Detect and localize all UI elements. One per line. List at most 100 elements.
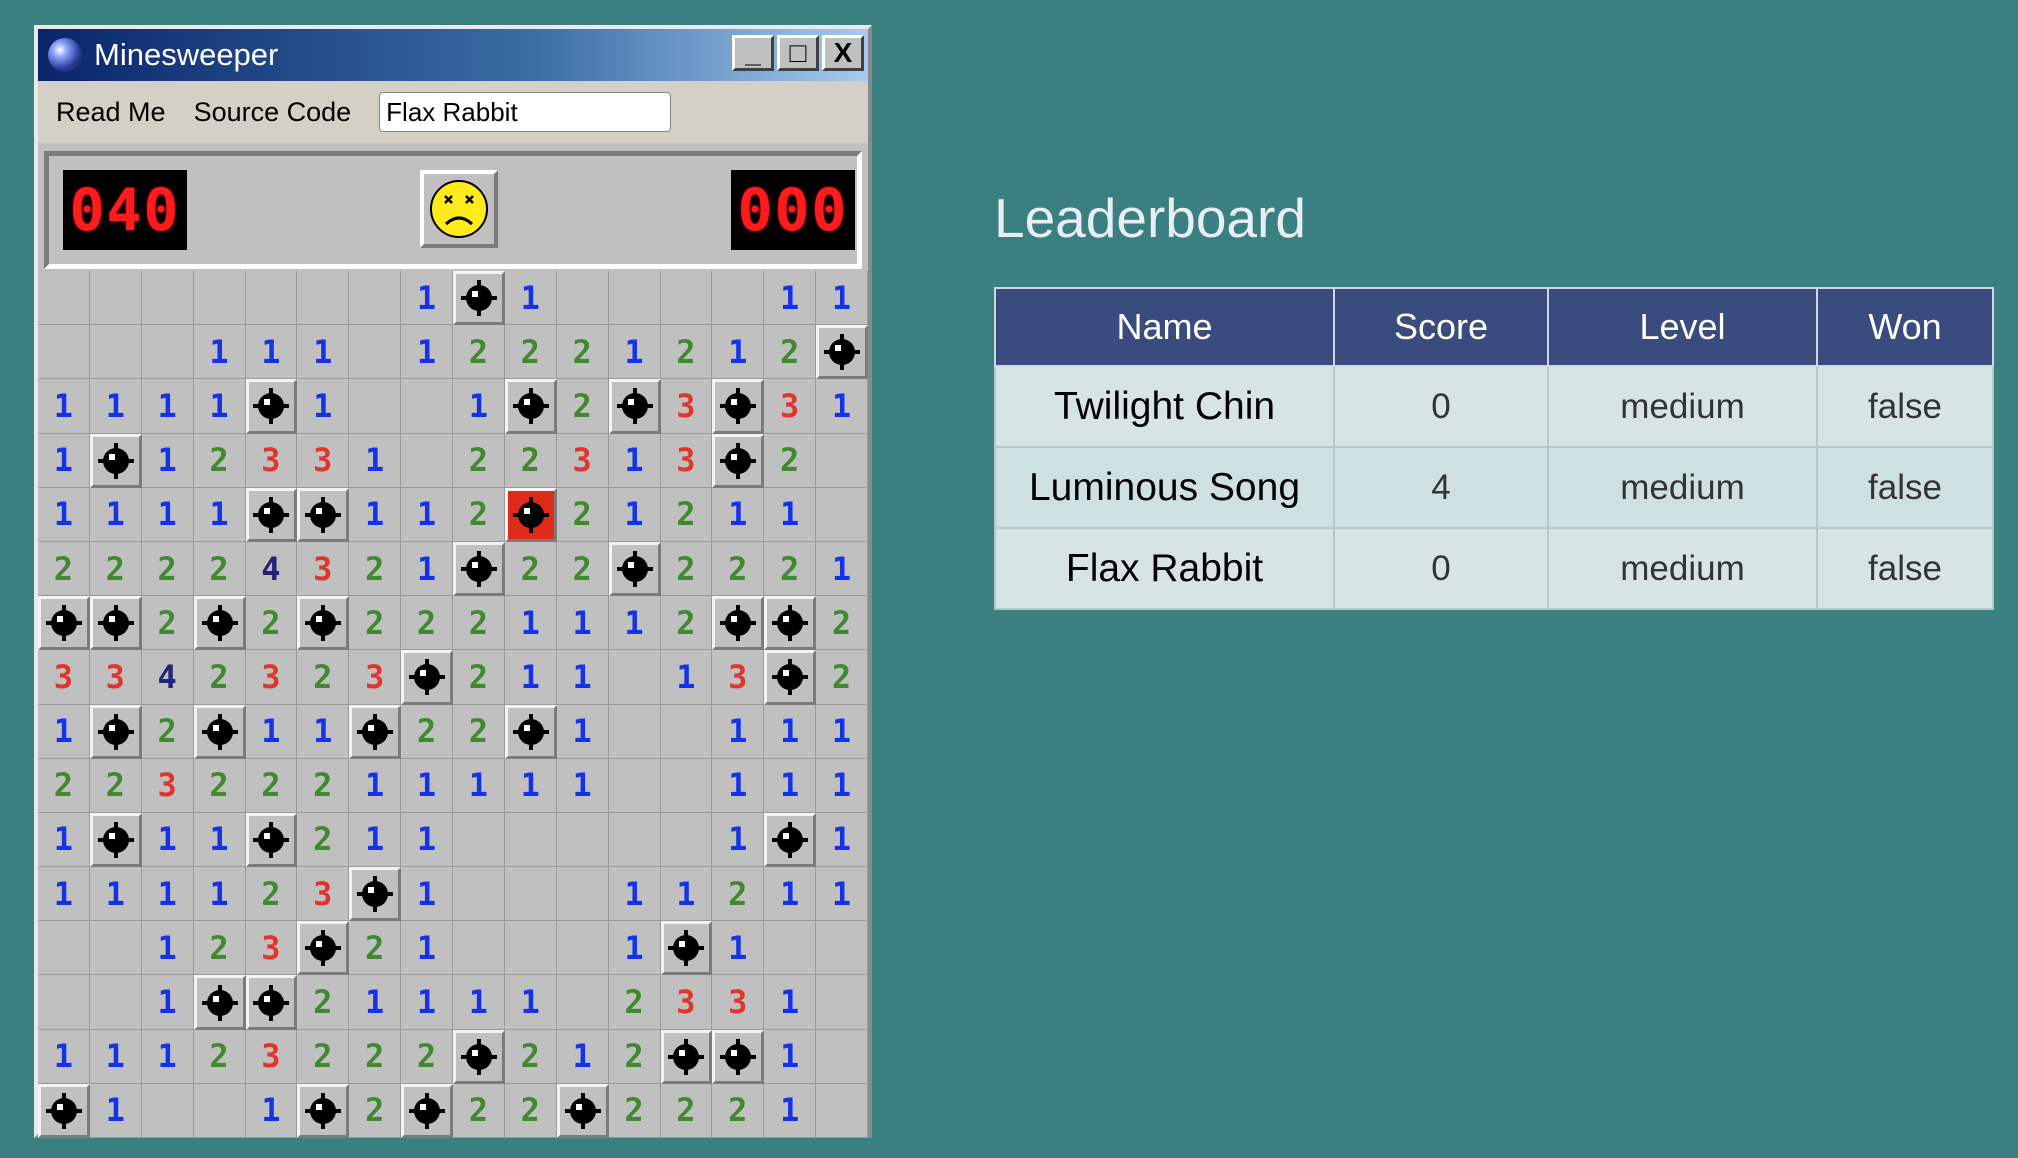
number-cell[interactable]: 1 [401, 921, 453, 976]
empty-cell[interactable] [712, 271, 765, 326]
number-cell[interactable]: 1 [38, 433, 90, 488]
number-cell[interactable]: 2 [764, 325, 817, 380]
mine-cell[interactable] [660, 1029, 713, 1084]
mine-cell[interactable] [401, 1083, 453, 1138]
mine-cell[interactable] [38, 596, 90, 651]
player-name-input[interactable] [379, 92, 672, 132]
mine-cell[interactable] [89, 812, 142, 868]
number-cell[interactable]: 1 [816, 541, 868, 597]
empty-cell[interactable] [89, 325, 142, 380]
mine-cell[interactable] [764, 812, 817, 868]
empty-cell[interactable] [816, 1083, 868, 1138]
mine-cell[interactable] [453, 541, 505, 597]
number-cell[interactable]: 2 [349, 1083, 402, 1138]
number-cell[interactable]: 1 [504, 975, 557, 1030]
reset-face-button[interactable] [420, 170, 498, 248]
number-cell[interactable]: 1 [401, 325, 453, 380]
number-cell[interactable]: 1 [764, 1083, 817, 1138]
number-cell[interactable]: 1 [193, 379, 246, 434]
empty-cell[interactable] [608, 650, 661, 705]
minimize-button[interactable]: _ [732, 35, 774, 71]
number-cell[interactable]: 1 [38, 867, 90, 922]
mine-cell[interactable] [349, 867, 402, 922]
number-cell[interactable]: 2 [556, 325, 609, 380]
number-cell[interactable]: 1 [401, 271, 453, 326]
number-cell[interactable]: 3 [245, 921, 298, 976]
number-cell[interactable]: 1 [38, 1029, 90, 1084]
number-cell[interactable]: 2 [660, 487, 713, 542]
number-cell[interactable]: 1 [764, 271, 817, 326]
number-cell[interactable]: 1 [245, 1083, 298, 1138]
empty-cell[interactable] [556, 975, 609, 1030]
number-cell[interactable]: 1 [38, 379, 90, 434]
mine-cell[interactable] [297, 487, 350, 542]
number-cell[interactable]: 2 [401, 1029, 453, 1084]
number-cell[interactable]: 1 [712, 812, 765, 868]
number-cell[interactable]: 1 [453, 758, 505, 813]
mine-cell[interactable] [712, 596, 765, 651]
number-cell[interactable]: 2 [297, 758, 350, 813]
empty-cell[interactable] [504, 812, 557, 868]
number-cell[interactable]: 1 [141, 921, 194, 976]
mine-cell[interactable] [349, 704, 402, 759]
empty-cell[interactable] [401, 433, 453, 488]
number-cell[interactable]: 1 [297, 704, 350, 759]
number-cell[interactable]: 1 [38, 487, 90, 542]
mine-cell[interactable] [297, 596, 350, 651]
mine-cell[interactable] [245, 975, 298, 1030]
empty-cell[interactable] [556, 812, 609, 868]
number-cell[interactable]: 2 [453, 596, 505, 651]
number-cell[interactable]: 1 [193, 325, 246, 380]
number-cell[interactable]: 1 [193, 867, 246, 922]
number-cell[interactable]: 3 [297, 433, 350, 488]
number-cell[interactable]: 3 [349, 650, 402, 705]
empty-cell[interactable] [453, 867, 505, 922]
number-cell[interactable]: 2 [504, 433, 557, 488]
number-cell[interactable]: 2 [453, 433, 505, 488]
number-cell[interactable]: 2 [141, 541, 194, 597]
mine-cell[interactable] [816, 325, 868, 380]
number-cell[interactable]: 2 [453, 325, 505, 380]
number-cell[interactable]: 3 [660, 433, 713, 488]
number-cell[interactable]: 1 [453, 379, 505, 434]
number-cell[interactable]: 2 [712, 1083, 765, 1138]
number-cell[interactable]: 3 [245, 433, 298, 488]
empty-cell[interactable] [816, 921, 868, 976]
number-cell[interactable]: 1 [504, 596, 557, 651]
empty-cell[interactable] [38, 921, 90, 976]
number-cell[interactable]: 1 [401, 758, 453, 813]
number-cell[interactable]: 2 [349, 921, 402, 976]
number-cell[interactable]: 2 [193, 1029, 246, 1084]
empty-cell[interactable] [38, 325, 90, 380]
mine-cell[interactable] [89, 433, 142, 488]
empty-cell[interactable] [816, 1029, 868, 1084]
number-cell[interactable]: 1 [504, 758, 557, 813]
mine-cell[interactable] [608, 541, 661, 597]
empty-cell[interactable] [89, 975, 142, 1030]
number-cell[interactable]: 1 [349, 812, 402, 868]
number-cell[interactable]: 2 [608, 1029, 661, 1084]
empty-cell[interactable] [141, 1083, 194, 1138]
empty-cell[interactable] [38, 271, 90, 326]
number-cell[interactable]: 2 [453, 650, 505, 705]
number-cell[interactable]: 2 [401, 596, 453, 651]
number-cell[interactable]: 1 [141, 867, 194, 922]
number-cell[interactable]: 2 [245, 758, 298, 813]
number-cell[interactable]: 2 [453, 1083, 505, 1138]
mine-cell[interactable] [764, 596, 817, 651]
number-cell[interactable]: 1 [556, 758, 609, 813]
number-cell[interactable]: 1 [608, 433, 661, 488]
number-cell[interactable]: 1 [764, 975, 817, 1030]
number-cell[interactable]: 1 [141, 975, 194, 1030]
number-cell[interactable]: 1 [712, 704, 765, 759]
number-cell[interactable]: 1 [141, 1029, 194, 1084]
empty-cell[interactable] [764, 921, 817, 976]
empty-cell[interactable] [608, 758, 661, 813]
number-cell[interactable]: 1 [816, 758, 868, 813]
empty-cell[interactable] [608, 271, 661, 326]
number-cell[interactable]: 1 [660, 867, 713, 922]
number-cell[interactable]: 1 [556, 1029, 609, 1084]
number-cell[interactable]: 3 [245, 1029, 298, 1084]
number-cell[interactable]: 2 [764, 541, 817, 597]
number-cell[interactable]: 1 [141, 433, 194, 488]
